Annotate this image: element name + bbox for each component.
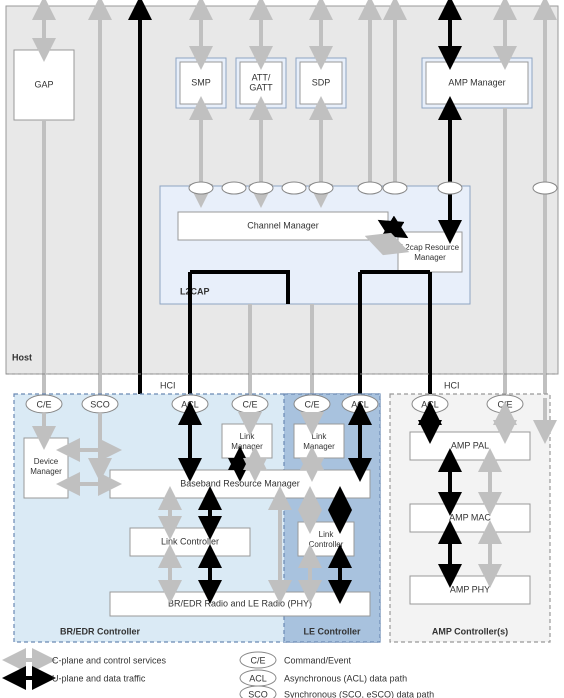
host-label: Host xyxy=(12,352,32,362)
amp-mac-label: AMP MAC xyxy=(449,512,491,522)
pill-ce-4: C/E xyxy=(487,395,523,413)
baseband-label: Baseband Resource Manager xyxy=(180,478,300,488)
amp-pal-label: AMP PAL xyxy=(451,440,489,450)
hci-label-right: HCI xyxy=(444,380,460,390)
svg-text:Synchronous (SCO, eSCO) data p: Synchronous (SCO, eSCO) data path xyxy=(284,689,434,698)
smp-box: SMP xyxy=(176,58,226,108)
svg-text:L2cap Resource: L2cap Resource xyxy=(401,243,460,252)
amp-title: AMP Controller(s) xyxy=(432,626,508,636)
svg-text:C/E: C/E xyxy=(250,655,265,665)
le-title: LE Controller xyxy=(303,626,360,636)
l2cap-port xyxy=(189,182,213,194)
legend: C-plane and control services U-plane and… xyxy=(14,652,434,698)
svg-text:U-plane and data traffic: U-plane and data traffic xyxy=(52,673,146,683)
svg-text:Asynchronous (ACL) data path: Asynchronous (ACL) data path xyxy=(284,673,407,683)
svg-text:ACL: ACL xyxy=(351,399,369,409)
svg-text:SCO: SCO xyxy=(90,399,110,409)
pill-ce-3: C/E xyxy=(294,395,330,413)
l2cap-title: L2CAP xyxy=(180,286,210,296)
channel-manager-label: Channel Manager xyxy=(247,220,319,230)
svg-text:ATT/: ATT/ xyxy=(252,72,271,82)
pill-sco: SCO xyxy=(82,395,118,413)
pill-ce-1: C/E xyxy=(26,395,62,413)
bredr-link-controller-label: Link Controller xyxy=(161,536,219,546)
svg-text:AMP Manager: AMP Manager xyxy=(448,77,505,87)
svg-text:SMP: SMP xyxy=(191,77,211,87)
svg-text:Manager: Manager xyxy=(30,467,62,476)
pill-acl-3: ACL xyxy=(412,395,448,413)
bredr-title: BR/EDR Controller xyxy=(60,626,141,636)
svg-text:C/E: C/E xyxy=(36,399,51,409)
pill-acl-2: ACL xyxy=(342,395,378,413)
svg-text:Link: Link xyxy=(240,432,256,441)
amp-phy-label: AMP PHY xyxy=(450,584,490,594)
svg-text:ACL: ACL xyxy=(249,673,267,683)
svg-text:SDP: SDP xyxy=(312,77,331,87)
svg-text:Link: Link xyxy=(312,432,328,441)
svg-text:Manager: Manager xyxy=(231,442,263,451)
svg-text:Link: Link xyxy=(319,530,335,539)
hci-label-left: HCI xyxy=(160,380,176,390)
svg-text:Controller: Controller xyxy=(309,540,344,549)
gap-label: GAP xyxy=(34,79,53,89)
svg-text:Manager: Manager xyxy=(303,442,335,451)
svg-text:Device: Device xyxy=(34,457,59,466)
pill-acl-1: ACL xyxy=(172,395,208,413)
svg-text:C/E: C/E xyxy=(242,399,257,409)
svg-text:ACL: ACL xyxy=(181,399,199,409)
svg-text:GATT: GATT xyxy=(249,82,273,92)
svg-text:C-plane and control services: C-plane and control services xyxy=(52,655,167,665)
svg-text:SCO: SCO xyxy=(248,689,268,698)
svg-text:Command/Event: Command/Event xyxy=(284,655,352,665)
svg-text:C/E: C/E xyxy=(497,399,512,409)
svg-text:C/E: C/E xyxy=(304,399,319,409)
amp-manager-box: AMP Manager xyxy=(422,58,532,108)
radio-label: BR/EDR Radio and LE Radio (PHY) xyxy=(168,598,312,608)
svg-text:Manager: Manager xyxy=(414,253,446,262)
pill-ce-2: C/E xyxy=(232,395,268,413)
sdp-box: SDP xyxy=(296,58,346,108)
attgatt-box: ATT/ GATT xyxy=(236,58,286,108)
svg-text:ACL: ACL xyxy=(421,399,439,409)
